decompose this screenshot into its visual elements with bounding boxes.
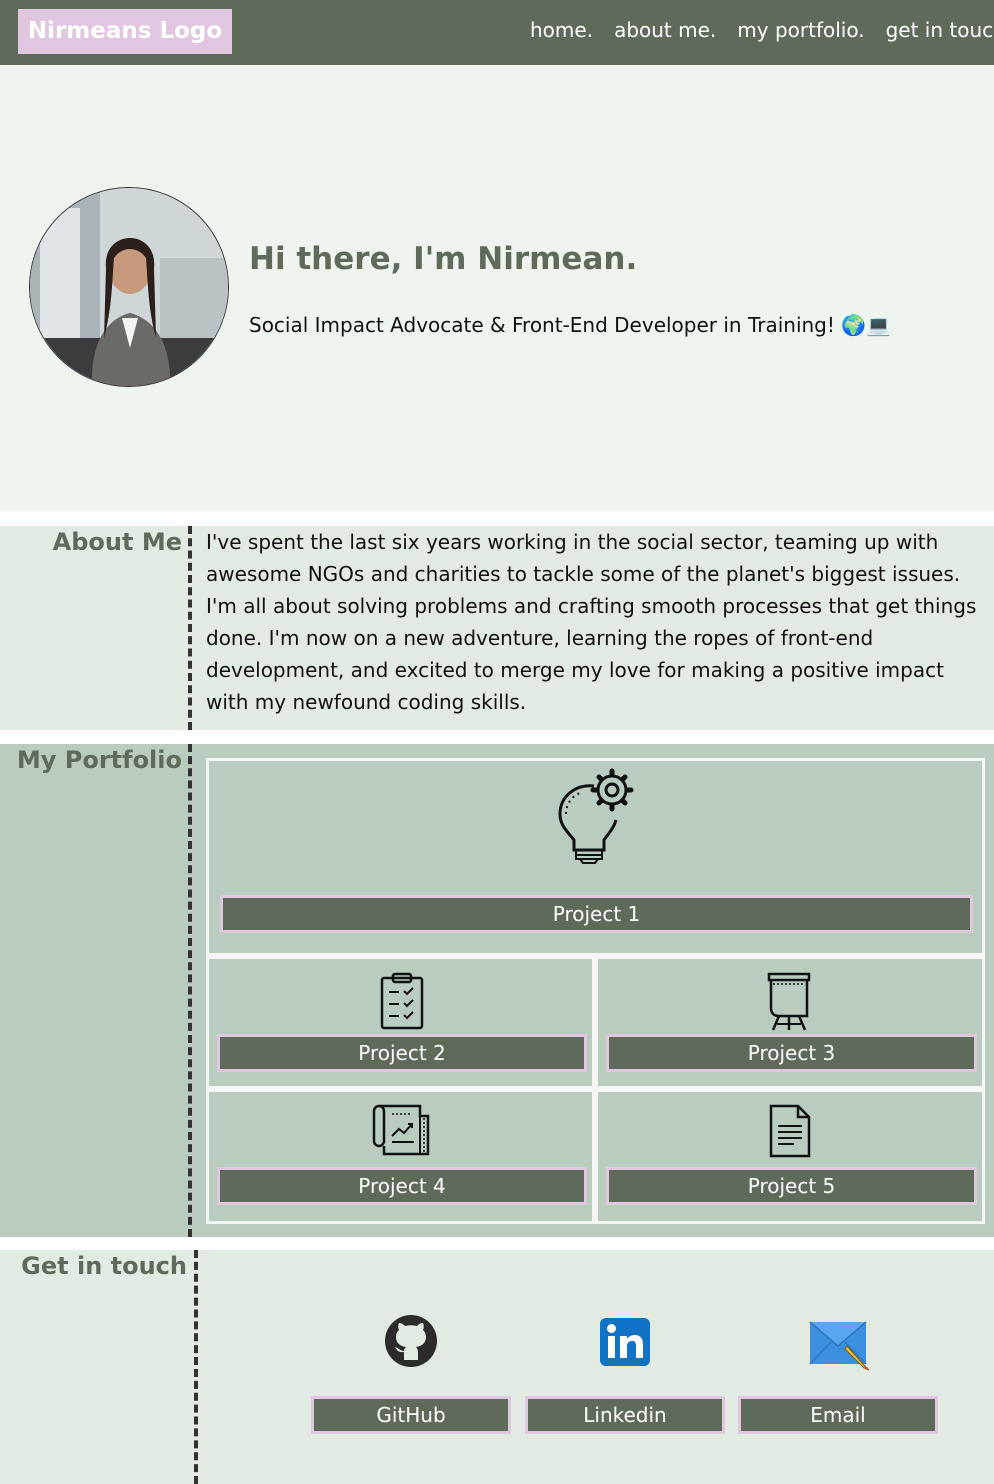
github-button[interactable]: GitHub <box>311 1396 511 1434</box>
project-card-1[interactable]: Project 1 <box>206 758 985 956</box>
nav-link-home[interactable]: home. <box>530 18 593 42</box>
hero-section: Hi there, I'm Nirmean. Social Impact Adv… <box>0 65 994 511</box>
project-card-5[interactable]: Project 5 <box>595 1089 985 1224</box>
document-icon <box>768 1104 812 1162</box>
section-divider <box>194 1250 198 1484</box>
about-text: I've spent the last six years working in… <box>206 530 977 714</box>
portfolio-section: My Portfolio Project 1 Project 2 Project… <box>0 744 994 1237</box>
flipchart-easel-icon <box>765 972 813 1036</box>
project-1-button[interactable]: Project 1 <box>220 895 973 933</box>
site-logo[interactable]: Nirmeans Logo <box>18 9 232 54</box>
project-2-button[interactable]: Project 2 <box>217 1034 587 1072</box>
nav-link-portfolio[interactable]: my portfolio. <box>737 18 864 42</box>
nav-link-contact[interactable]: get in touch. <box>886 18 994 42</box>
hero-title: Hi there, I'm Nirmean. <box>249 241 638 277</box>
project-4-button[interactable]: Project 4 <box>217 1167 587 1205</box>
about-section: About Me I've spent the last six years w… <box>0 526 994 730</box>
linkedin-icon[interactable] <box>600 1318 650 1370</box>
project-3-button[interactable]: Project 3 <box>606 1034 977 1072</box>
project-card-3[interactable]: Project 3 <box>595 956 985 1089</box>
section-divider <box>188 744 192 1237</box>
project-5-button[interactable]: Project 5 <box>606 1167 977 1205</box>
envelope-icon[interactable] <box>809 1320 871 1376</box>
project-card-4[interactable]: Project 4 <box>206 1089 595 1224</box>
profile-photo <box>29 187 229 387</box>
about-heading: About Me <box>52 528 182 556</box>
hero-subtitle: Social Impact Advocate & Front-End Devel… <box>249 313 892 337</box>
github-icon[interactable] <box>384 1314 438 1372</box>
clipboard-checklist-icon <box>379 972 425 1034</box>
contact-section: Get in touch GitHub Linkedin Email <box>0 1250 994 1484</box>
nav-link-about[interactable]: about me. <box>614 18 716 42</box>
contact-heading: Get in touch <box>21 1252 187 1280</box>
linkedin-button[interactable]: Linkedin <box>525 1396 725 1434</box>
email-button[interactable]: Email <box>738 1396 938 1434</box>
top-nav: Nirmeans Logo home. about me. my portfol… <box>0 0 994 65</box>
project-card-2[interactable]: Project 2 <box>206 956 595 1089</box>
chart-scroll-icon <box>372 1104 432 1160</box>
lightbulb-gear-icon <box>552 768 642 868</box>
portfolio-heading: My Portfolio <box>16 746 182 774</box>
nav-links: home. about me. my portfolio. get in tou… <box>530 18 994 42</box>
section-divider <box>188 526 192 730</box>
